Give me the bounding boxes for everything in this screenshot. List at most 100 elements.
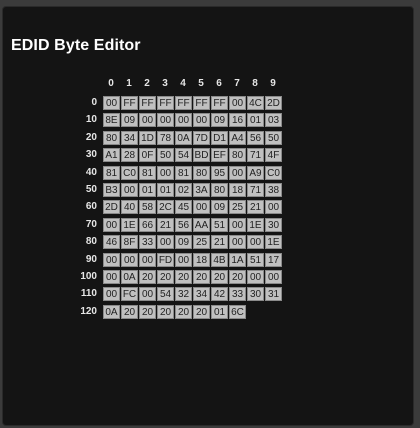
byte-cell[interactable]: 7D: [193, 130, 210, 145]
byte-cell[interactable]: 00: [157, 165, 174, 180]
byte-cell[interactable]: 32: [175, 287, 192, 302]
byte-cell[interactable]: 20: [211, 270, 228, 284]
byte-cell[interactable]: 25: [229, 200, 246, 215]
byte-cell[interactable]: 4F: [265, 148, 282, 163]
byte-cell[interactable]: 16: [229, 113, 246, 128]
byte-cell[interactable]: 00: [265, 270, 282, 284]
byte-cell[interactable]: 00: [229, 96, 246, 110]
byte-cell[interactable]: 00: [103, 252, 120, 267]
byte-cell[interactable]: 09: [121, 113, 138, 128]
byte-cell[interactable]: 40: [121, 200, 138, 215]
byte-cell[interactable]: 58: [139, 200, 156, 215]
byte-cell[interactable]: 00: [193, 200, 210, 215]
byte-cell[interactable]: 21: [247, 200, 264, 215]
byte-cell[interactable]: A1: [103, 148, 120, 163]
byte-cell[interactable]: 38: [265, 183, 282, 197]
byte-cell[interactable]: 34: [193, 287, 210, 302]
byte-cell[interactable]: 1A: [229, 252, 246, 267]
byte-cell[interactable]: 02: [175, 183, 192, 197]
byte-cell[interactable]: 0F: [139, 148, 156, 163]
byte-cell[interactable]: 81: [103, 165, 120, 180]
byte-cell[interactable]: FD: [157, 252, 174, 267]
byte-cell[interactable]: 71: [247, 183, 264, 197]
byte-cell[interactable]: 0A: [121, 270, 138, 284]
byte-cell[interactable]: 1D: [139, 130, 156, 145]
byte-cell[interactable]: 00: [229, 217, 246, 232]
byte-cell[interactable]: 20: [193, 304, 210, 319]
byte-cell[interactable]: 20: [157, 304, 174, 319]
byte-cell[interactable]: 21: [157, 217, 174, 232]
byte-cell[interactable]: 25: [193, 235, 210, 250]
byte-cell[interactable]: 3A: [193, 183, 210, 197]
byte-cell[interactable]: 20: [229, 270, 246, 284]
byte-cell[interactable]: 54: [175, 148, 192, 163]
byte-cell[interactable]: FC: [121, 287, 138, 302]
byte-cell[interactable]: 50: [265, 130, 282, 145]
byte-cell[interactable]: 00: [157, 235, 174, 250]
byte-cell[interactable]: 4C: [247, 96, 264, 110]
byte-cell[interactable]: 56: [247, 130, 264, 145]
byte-cell[interactable]: 34: [121, 130, 138, 145]
byte-cell[interactable]: 00: [139, 287, 156, 302]
byte-cell[interactable]: 78: [157, 130, 174, 145]
byte-cell[interactable]: 00: [247, 270, 264, 284]
byte-cell[interactable]: FF: [157, 96, 174, 110]
byte-cell[interactable]: 00: [139, 252, 156, 267]
byte-cell[interactable]: 00: [103, 270, 120, 284]
byte-cell[interactable]: 8E: [103, 113, 120, 128]
byte-cell[interactable]: 80: [229, 148, 246, 163]
byte-cell[interactable]: 01: [211, 304, 228, 319]
byte-cell[interactable]: 46: [103, 235, 120, 250]
byte-cell[interactable]: C0: [121, 165, 138, 180]
byte-cell[interactable]: 18: [229, 183, 246, 197]
byte-cell[interactable]: 1E: [247, 217, 264, 232]
byte-cell[interactable]: 09: [211, 200, 228, 215]
byte-cell[interactable]: FF: [175, 96, 192, 110]
byte-cell[interactable]: 20: [157, 270, 174, 284]
byte-cell[interactable]: EF: [211, 148, 228, 163]
byte-cell[interactable]: D1: [211, 130, 228, 145]
byte-cell[interactable]: 03: [265, 113, 282, 128]
byte-cell[interactable]: FF: [121, 96, 138, 110]
byte-cell[interactable]: 4B: [211, 252, 228, 267]
byte-cell[interactable]: 00: [229, 235, 246, 250]
byte-cell[interactable]: 6C: [229, 304, 246, 319]
byte-cell[interactable]: 33: [229, 287, 246, 302]
byte-cell[interactable]: 20: [121, 304, 138, 319]
byte-cell[interactable]: 20: [139, 304, 156, 319]
byte-cell[interactable]: 00: [175, 113, 192, 128]
byte-cell[interactable]: 17: [265, 252, 282, 267]
byte-cell[interactable]: 00: [121, 252, 138, 267]
byte-cell[interactable]: 81: [139, 165, 156, 180]
byte-cell[interactable]: 20: [175, 270, 192, 284]
byte-cell[interactable]: 80: [103, 130, 120, 145]
byte-cell[interactable]: A9: [247, 165, 264, 180]
byte-cell[interactable]: 95: [211, 165, 228, 180]
byte-cell[interactable]: 00: [247, 235, 264, 250]
byte-cell[interactable]: 33: [139, 235, 156, 250]
byte-cell[interactable]: 31: [265, 287, 282, 302]
byte-cell[interactable]: 66: [139, 217, 156, 232]
byte-cell[interactable]: 0A: [103, 304, 120, 319]
byte-cell[interactable]: 20: [139, 270, 156, 284]
byte-cell[interactable]: 2D: [265, 96, 282, 110]
byte-cell[interactable]: 51: [211, 217, 228, 232]
byte-cell[interactable]: 00: [229, 165, 246, 180]
byte-cell[interactable]: 00: [103, 96, 120, 110]
byte-cell[interactable]: FF: [193, 96, 210, 110]
byte-cell[interactable]: 01: [247, 113, 264, 128]
byte-cell[interactable]: 71: [247, 148, 264, 163]
byte-cell[interactable]: 00: [193, 113, 210, 128]
byte-cell[interactable]: 54: [157, 287, 174, 302]
byte-cell[interactable]: 00: [175, 252, 192, 267]
byte-cell[interactable]: 00: [103, 217, 120, 232]
byte-cell[interactable]: 20: [193, 270, 210, 284]
byte-cell[interactable]: 00: [265, 200, 282, 215]
byte-cell[interactable]: A4: [229, 130, 246, 145]
byte-cell[interactable]: 2D: [103, 200, 120, 215]
byte-cell[interactable]: 21: [211, 235, 228, 250]
byte-cell[interactable]: 1E: [121, 217, 138, 232]
byte-cell[interactable]: 8F: [121, 235, 138, 250]
byte-cell[interactable]: 18: [193, 252, 210, 267]
byte-cell[interactable]: 80: [211, 183, 228, 197]
